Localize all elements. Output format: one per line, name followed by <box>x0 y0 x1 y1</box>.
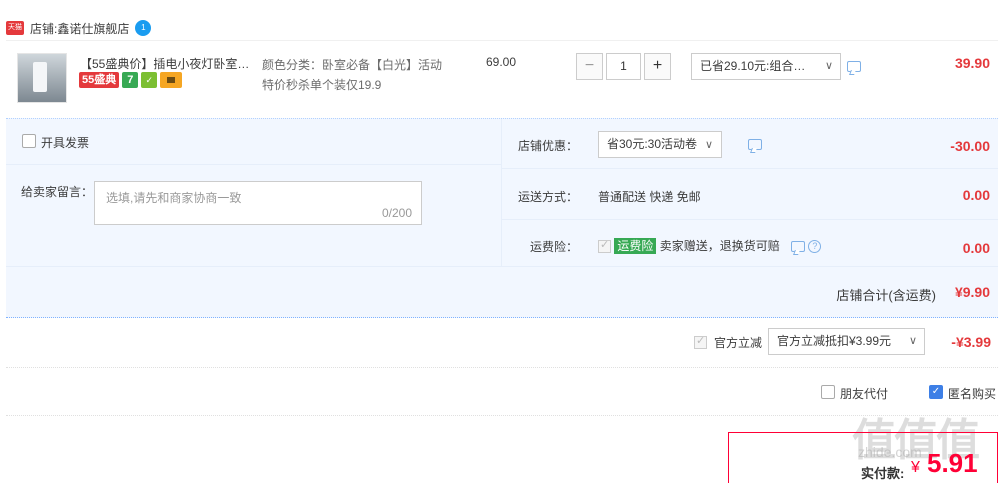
shop-extras-panel: 开具发票 给卖家留言： 选填,请先和商家协商一致 0/200 店铺优惠： 省30… <box>6 118 998 267</box>
friend-pay-checkbox[interactable] <box>821 385 835 399</box>
shipping-label: 运送方式： <box>517 190 578 204</box>
insurance-checkbox <box>598 238 611 254</box>
invoice-label[interactable]: 开具发票 <box>41 134 89 151</box>
order-options-row: 朋友代付 ✓ 匿名购买 <box>6 368 998 416</box>
shop-total-label: 店铺合计(含运费) <box>836 288 936 303</box>
shipping-method: 普通配送 快递 免邮 <box>598 190 701 204</box>
anonymous-checkbox[interactable]: ✓ <box>929 385 943 399</box>
shipping-row: 运送方式： 普通配送 快递 免邮 0.00 <box>502 170 998 220</box>
shop-discount-label: 店铺优惠： <box>517 139 578 153</box>
invoice-checkbox[interactable] <box>22 134 36 148</box>
product-sku: 颜色分类：卧室必备【白光】活动 特价秒杀单个装仅19.9 <box>262 55 462 95</box>
sku-line-2: 特价秒杀单个装仅19.9 <box>262 78 382 92</box>
shop-total-value: ¥9.90 <box>954 284 990 300</box>
pay-currency: ¥ <box>911 459 920 476</box>
quantity-minus-button[interactable]: − <box>576 53 603 80</box>
insurance-content: 运费险 卖家赠送，退换货可赔 ? <box>598 237 822 254</box>
payment-summary-box: 实付款: ¥ 5.91 <box>728 432 998 483</box>
insurance-text: 卖家赠送，退换货可赔 <box>659 239 780 253</box>
product-thumbnail[interactable] <box>17 53 67 103</box>
shop-total-row: 店铺合计(含运费) ¥9.90 <box>6 266 998 318</box>
message-char-count: 0/200 <box>381 206 412 220</box>
insurance-amount: 0.00 <box>962 240 990 256</box>
anonymous-label[interactable]: 匿名购买 <box>948 385 996 402</box>
friend-pay-label[interactable]: 朋友代付 <box>840 385 888 402</box>
official-discount-amount: -¥3.99 <box>951 334 991 350</box>
extras-left: 开具发票 给卖家留言： 选填,请先和商家协商一致 0/200 <box>6 119 502 267</box>
item-promotion-value: 已省29.10元:组合… <box>700 59 806 73</box>
insurance-label: 运费险： <box>529 240 578 254</box>
chevron-down-icon: ∨ <box>908 335 917 347</box>
item-subtotal: 39.90 <box>954 55 990 71</box>
tmall-icon: 天猫 <box>6 21 24 35</box>
official-discount-label: 官方立减 <box>714 336 763 350</box>
quantity-input[interactable]: 1 <box>606 53 641 80</box>
help-icon[interactable]: ? <box>808 240 822 254</box>
product-title-link[interactable]: 【55盛典价】插电小夜灯卧室… <box>80 55 250 72</box>
message-label: 给卖家留言： <box>21 185 94 199</box>
shop-discount-select[interactable]: 省30元:30活动卷 ∨ <box>598 131 723 158</box>
quantity-stepper: − 1 + <box>576 53 671 80</box>
chevron-down-icon: ∨ <box>705 139 714 151</box>
chevron-down-icon: ∨ <box>824 60 833 72</box>
extras-right: 店铺优惠： 省30元:30活动卷 ∨ -30.00 运送方式： 普通配送 快递 免… <box>502 119 998 267</box>
guarantee-icon: ✓ <box>141 72 158 88</box>
unit-price: 69.00 <box>486 55 517 69</box>
product-badges: 55盛典 7 ✓ <box>79 72 183 88</box>
shop-discount-amount: -30.00 <box>950 138 990 154</box>
comment-icon[interactable] <box>791 241 806 253</box>
sku-line-1: 颜色分类：卧室必备【白光】活动 <box>262 58 443 72</box>
invoice-row: 开具发票 <box>6 119 502 165</box>
order-item-row: 【55盛典价】插电小夜灯卧室… 55盛典 7 ✓ 颜色分类：卧室必备【白光】活动… <box>6 40 998 118</box>
seven-day-return-icon: 7 <box>122 72 139 88</box>
seller-message-textarea[interactable]: 选填,请先和商家协商一致 0/200 <box>94 181 422 225</box>
message-placeholder: 选填,请先和商家协商一致 <box>106 191 242 205</box>
pay-amount: 5.91 <box>927 448 978 478</box>
insurance-tag: 运费险 <box>614 238 657 254</box>
shop-header: 天猫 店铺: 鑫诺仕旗舰店 1 <box>6 17 152 39</box>
shop-discount-row: 店铺优惠： 省30元:30活动卷 ∨ -30.00 <box>502 119 998 169</box>
promo-55-badge: 55盛典 <box>79 72 120 88</box>
shop-discount-value: 省30元:30活动卷 <box>607 137 698 151</box>
shop-label: 店铺: <box>30 21 58 36</box>
shipping-amount: 0.00 <box>962 187 990 203</box>
official-discount-select[interactable]: 官方立减抵扣¥3.99元 ∨ <box>768 328 925 355</box>
official-discount-checkbox <box>694 334 707 349</box>
shop-name-link[interactable]: 鑫诺仕旗舰店 <box>57 20 129 37</box>
pay-label: 实付款: <box>861 466 905 481</box>
official-discount-value: 官方立减抵扣¥3.99元 <box>777 334 892 348</box>
credit-card-icon <box>160 72 183 88</box>
official-discount-row: 官方立减 官方立减抵扣¥3.99元 ∨ -¥3.99 <box>6 318 998 368</box>
item-promotion-select[interactable]: 已省29.10元:组合… ∨ <box>691 53 841 80</box>
insurance-row: 运费险： 运费险 卖家赠送，退换货可赔 ? 0.00 <box>502 221 998 271</box>
quantity-plus-button[interactable]: + <box>644 53 671 80</box>
wangwang-chat-icon[interactable]: 1 <box>135 20 152 36</box>
comment-icon[interactable] <box>847 61 861 72</box>
comment-icon[interactable] <box>748 139 762 150</box>
